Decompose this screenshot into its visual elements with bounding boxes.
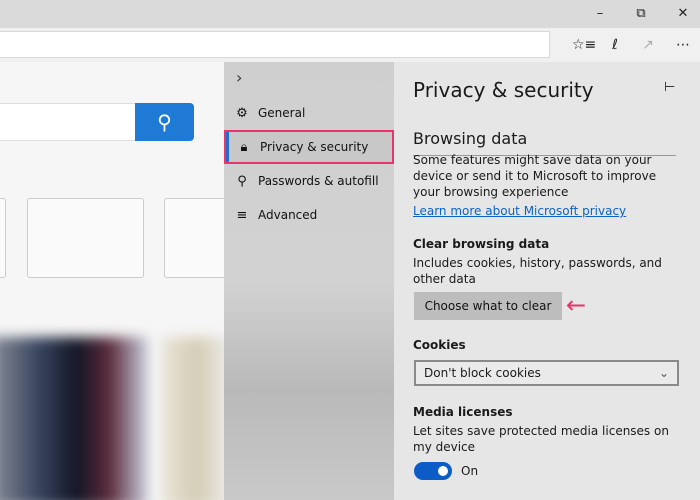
settings-panel: Privacy & security ⊢ Browsing data Some … [394, 62, 700, 500]
clear-data-heading: Clear browsing data [413, 237, 550, 251]
sidebar-item-passwords[interactable]: ⚲ Passwords & autofill [224, 164, 394, 198]
minimize-icon[interactable]: – [585, 4, 615, 24]
cookies-heading: Cookies [413, 338, 466, 352]
arrow-left-icon: ← [566, 291, 587, 319]
panel-title: Privacy & security [413, 78, 594, 102]
media-licenses-toggle[interactable] [414, 462, 452, 480]
web-page-background: ⚲ [0, 62, 224, 500]
toolbar: ☆≡ ℓ ↗ ⋯ [0, 28, 700, 62]
pin-icon[interactable]: ⊢ [664, 80, 675, 95]
search-input[interactable] [0, 103, 136, 141]
browsing-data-desc: Some features might save data on your de… [413, 153, 657, 199]
chevron-right-icon[interactable]: › [236, 68, 242, 87]
news-image[interactable] [162, 337, 224, 500]
key-icon: ⚲ [237, 173, 247, 189]
pen-icon[interactable]: ℓ [604, 36, 626, 54]
sidebar-item-general[interactable]: ⚙ General [224, 96, 394, 130]
choose-what-to-clear-button[interactable]: Choose what to clear [414, 292, 562, 320]
toggle-state: On [461, 464, 479, 478]
chevron-down-icon: ⌄ [658, 366, 669, 380]
restore-icon[interactable]: ⧉ [626, 4, 656, 24]
browsing-data-heading: Browsing data [413, 129, 528, 148]
tile[interactable] [0, 198, 6, 278]
media-licenses-heading: Media licenses [413, 405, 513, 419]
address-bar[interactable] [0, 31, 550, 58]
title-bar: – ⧉ ✕ [0, 0, 700, 28]
share-icon[interactable]: ↗ [637, 36, 659, 54]
lock-icon: 🔒︎ [240, 139, 248, 155]
search-button[interactable]: ⚲ [135, 103, 194, 141]
tile[interactable] [27, 198, 144, 278]
search-icon: ⚲ [157, 110, 172, 134]
close-icon[interactable]: ✕ [668, 4, 698, 24]
news-image[interactable] [0, 337, 148, 500]
favorites-icon[interactable]: ☆≡ [572, 36, 596, 54]
sidebar-item-privacy[interactable]: 🔒︎ Privacy & security [224, 130, 394, 164]
cookies-dropdown[interactable]: Don't block cookies ⌄ [414, 360, 679, 386]
more-icon[interactable]: ⋯ [672, 36, 694, 54]
tile[interactable] [164, 198, 224, 278]
sidebar-item-advanced[interactable]: ≡ Advanced [224, 198, 394, 232]
sliders-icon: ≡ [236, 207, 248, 223]
media-licenses-desc: Let sites save protected media licenses … [413, 424, 669, 454]
clear-data-desc: Includes cookies, history, passwords, an… [413, 256, 662, 286]
gear-icon: ⚙ [236, 105, 248, 121]
settings-nav: › ⚙ General 🔒︎ Privacy & security ⚲ Passwor… [224, 62, 394, 500]
privacy-link[interactable]: Learn more about Microsoft privacy [413, 203, 626, 219]
